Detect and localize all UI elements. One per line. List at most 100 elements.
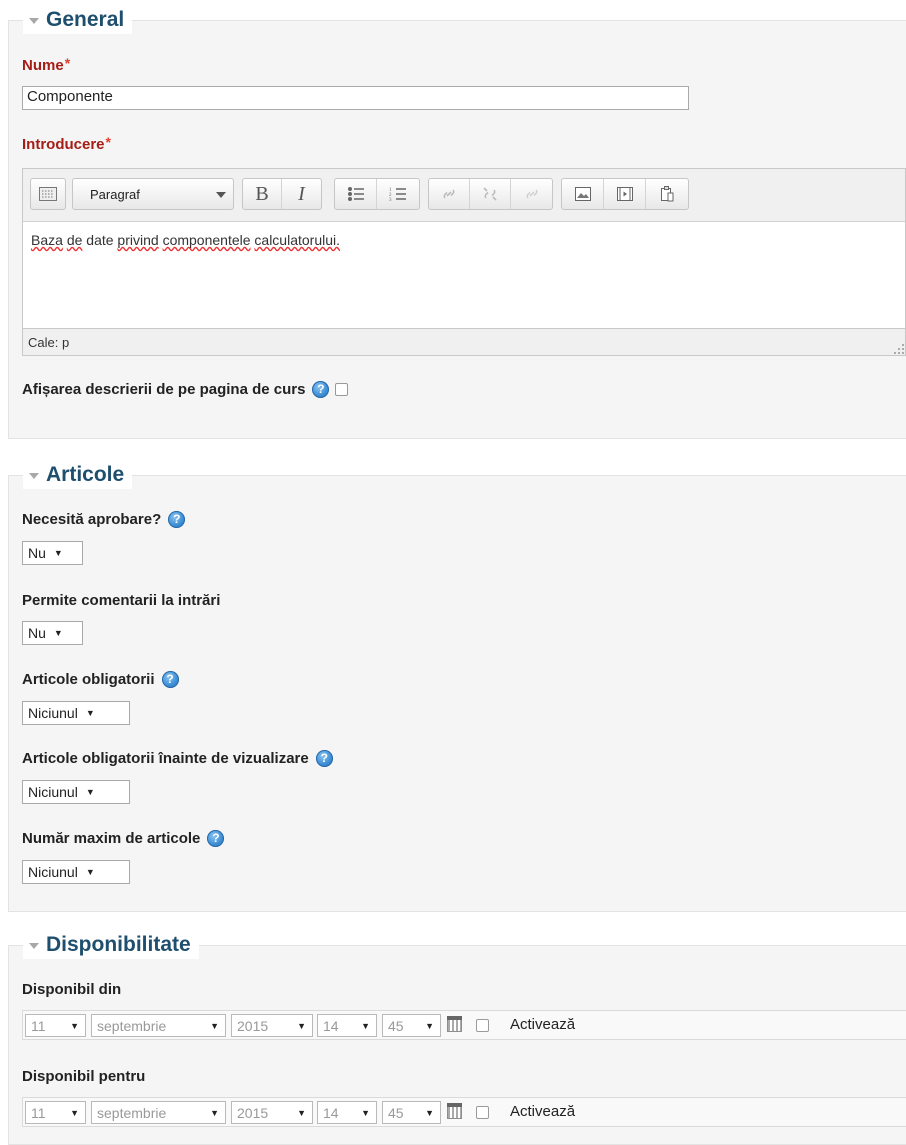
italic-button[interactable]: I [282,179,321,209]
hour-select[interactable]: 14 ▼ [317,1014,377,1037]
paragraph-select[interactable]: Paragraf [72,178,234,210]
max-entries-value: Niciunul [28,864,78,880]
approval-value: Nu [28,545,46,561]
unlink-icon[interactable] [470,179,511,209]
name-label: Nume * [22,54,71,75]
minute-value: 45 [388,1104,404,1121]
articles-legend[interactable]: Articole [23,461,133,489]
minute-select[interactable]: 45 ▼ [382,1101,441,1124]
format-group: B I [242,178,322,210]
availability-legend[interactable]: Disponibilitate [23,931,199,959]
hour-select[interactable]: 14 ▼ [317,1101,377,1124]
anchor-icon[interactable] [511,179,552,209]
dropdown-arrow-icon: ▼ [70,1107,79,1118]
required-entries-row: Articole obligatorii ? [22,671,179,688]
available-to-date: 11 ▼ septembrie ▼ 2015 ▼ 14 ▼ 45 ▼ Activează [22,1097,906,1127]
svg-text:3: 3 [389,198,392,202]
help-icon[interactable]: ? [207,830,225,847]
media-group [561,178,689,210]
dropdown-arrow-icon: ▼ [53,548,63,558]
general-legend[interactable]: General [23,6,133,34]
day-value: 11 [31,1104,46,1121]
month-value: septembrie [97,1104,167,1121]
enable-checkbox[interactable] [476,1019,489,1032]
year-value: 2015 [237,1104,269,1121]
availability-title: Disponibilitate [46,933,191,956]
required-icon: * [64,54,71,71]
unordered-list-icon[interactable] [335,179,377,209]
dropdown-arrow-icon [216,192,226,198]
available-from-date: 11 ▼ septembrie ▼ 2015 ▼ 14 ▼ 45 ▼ Activează [22,1010,906,1040]
hour-value: 14 [323,1104,339,1121]
editor-word: date [86,232,114,248]
paragraph-select-label: Paragraf [90,186,140,202]
editor-word: privind [117,232,159,248]
bold-button[interactable]: B [243,179,282,209]
toolbar-toggle-icon[interactable] [31,179,65,209]
calendar-icon[interactable] [447,1016,462,1032]
show-description-checkbox[interactable] [335,383,349,396]
general-title: General [46,8,125,31]
available-to-label: Disponibil pentru [22,1068,146,1085]
max-entries-label: Număr maxim de articole [22,830,201,847]
help-icon[interactable]: ? [315,750,333,767]
dropdown-arrow-icon: ▼ [425,1107,434,1118]
ordered-list-icon[interactable]: 123 [377,179,419,209]
intro-label-text: Introducere [22,136,105,153]
editor-word: de [66,232,83,248]
required-view-row: Articole obligatorii înainte de vizualiz… [22,750,333,767]
comments-label: Permite comentarii la intrări [22,592,221,609]
minute-value: 45 [388,1017,404,1034]
dropdown-arrow-icon: ▼ [361,1020,370,1031]
paste-icon[interactable] [646,179,688,209]
month-select[interactable]: septembrie ▼ [91,1101,226,1124]
enable-label: Activează [510,1016,576,1033]
required-view-select[interactable]: Niciunul ▼ [22,780,130,804]
available-to-row: Disponibil pentru [22,1068,145,1085]
minute-select[interactable]: 45 ▼ [382,1014,441,1037]
list-group: 123 [334,178,420,210]
year-select[interactable]: 2015 ▼ [231,1014,313,1037]
help-icon[interactable]: ? [161,671,179,688]
dropdown-arrow-icon: ▼ [210,1107,219,1118]
dropdown-arrow-icon: ▼ [85,708,95,718]
approval-select[interactable]: Nu ▼ [22,541,83,565]
required-entries-select[interactable]: Niciunul ▼ [22,701,130,725]
editor-toolbar: Paragraf B I 123 [23,169,905,222]
approval-row: Necesită aprobare? ? [22,511,186,528]
dropdown-arrow-icon: ▼ [85,787,95,797]
required-view-value: Niciunul [28,784,78,800]
year-value: 2015 [237,1017,269,1034]
help-icon[interactable]: ? [168,511,186,528]
media-icon[interactable] [604,179,646,209]
day-select[interactable]: 11 ▼ [25,1101,86,1124]
dropdown-arrow-icon: ▼ [297,1107,306,1118]
comments-select[interactable]: Nu ▼ [22,621,83,645]
enable-checkbox[interactable] [476,1106,489,1119]
help-icon[interactable]: ? [312,381,330,398]
name-input[interactable]: Componente [22,86,689,110]
collapse-triangle-icon [29,18,39,24]
collapse-triangle-icon [29,943,39,949]
calendar-icon[interactable] [447,1103,462,1119]
collapse-triangle-icon [29,473,39,479]
link-group [428,178,553,210]
max-entries-select[interactable]: Niciunul ▼ [22,860,130,884]
intro-editor: Paragraf B I 123 Baza de date privind co… [22,168,906,356]
link-icon[interactable] [429,179,470,209]
resize-handle-icon[interactable] [891,341,905,355]
comments-row: Permite comentarii la intrări [22,592,220,609]
hour-value: 14 [323,1017,339,1034]
month-select[interactable]: septembrie ▼ [91,1014,226,1037]
editor-path: Cale: p [28,335,70,350]
dropdown-arrow-icon: ▼ [53,628,63,638]
day-select[interactable]: 11 ▼ [25,1014,86,1037]
image-icon[interactable] [562,179,604,209]
editor-content[interactable]: Baza de date privind componentele calcul… [23,222,905,328]
comments-value: Nu [28,625,46,641]
dropdown-arrow-icon: ▼ [361,1107,370,1118]
articles-title: Articole [46,463,125,486]
available-from-row: Disponibil din [22,981,121,998]
required-icon: * [105,133,111,150]
year-select[interactable]: 2015 ▼ [231,1101,313,1124]
